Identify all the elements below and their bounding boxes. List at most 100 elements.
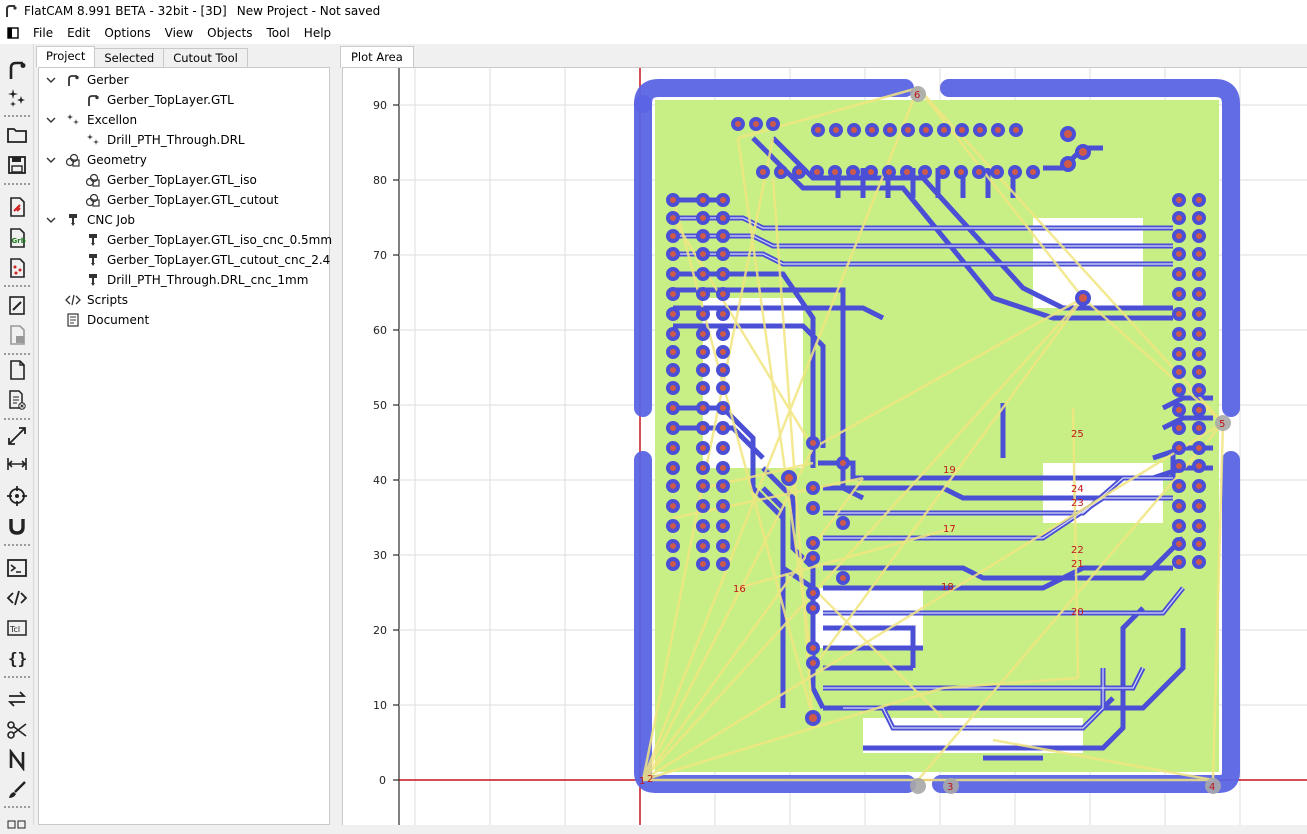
label-5: 5	[1219, 419, 1225, 430]
flatcam-logo-icon[interactable]	[5, 58, 29, 82]
svg-text:{}: {}	[8, 649, 27, 668]
window-title-app: FlatCAM 8.991 BETA - 32bit - [3D]	[24, 4, 227, 18]
plot-area-panel: Plot Area 90 80 70 60 50 40 30 20 10 0 1…	[340, 44, 1307, 825]
tree-item-label: Gerber_TopLayer.GTL_iso	[107, 173, 257, 187]
document-icon	[65, 312, 81, 328]
tree-item-label: Drill_PTH_Through.DRL_cnc_1mm	[107, 273, 309, 287]
label-4: 4	[1209, 782, 1215, 793]
svg-text:Grb: Grb	[12, 237, 26, 245]
magnet-icon[interactable]	[5, 514, 29, 538]
open-gerber-icon[interactable]	[5, 195, 29, 219]
tab-selected[interactable]: Selected	[94, 48, 165, 68]
tab-cutout-tool[interactable]: Cutout Tool	[163, 48, 248, 68]
tree-item-label: Gerber_TopLayer.GTL	[107, 93, 234, 107]
cnc-icon	[65, 212, 81, 228]
geometry-file-icon	[85, 172, 101, 188]
swap-icon[interactable]	[5, 687, 29, 711]
letter-n-icon[interactable]	[5, 748, 29, 772]
label-19: 19	[943, 465, 956, 476]
tcl-icon[interactable]: Tcl	[5, 616, 29, 640]
menu-help[interactable]: Help	[297, 22, 338, 44]
tree-item-cnc-cutout[interactable]: Gerber_TopLayer.GTL_cutout_cnc_2.4	[85, 250, 330, 270]
origin-target-icon[interactable]	[5, 484, 29, 508]
tree-item-cnc-iso[interactable]: Gerber_TopLayer.GTL_iso_cnc_0.5mm	[85, 230, 332, 250]
toolbar-separator	[4, 544, 30, 546]
chevron-down-icon[interactable]	[45, 114, 57, 126]
toolbar-separator	[4, 806, 30, 808]
label-2: 2	[647, 774, 653, 785]
paint-brush-icon[interactable]	[5, 778, 29, 802]
label-17: 17	[943, 524, 956, 535]
save-document-icon[interactable]	[5, 323, 29, 347]
tree-group-scripts[interactable]: Scripts	[65, 290, 128, 310]
label-21: 21	[1071, 559, 1084, 570]
label-6: 6	[914, 90, 920, 101]
tree-item-label: Drill_PTH_Through.DRL	[107, 133, 245, 147]
pcb-plot-svg[interactable]: 90 80 70 60 50 40 30 20 10 0 1 2 3 4 5 6…	[343, 68, 1307, 825]
tree-group-excellon[interactable]: Excellon	[45, 110, 137, 130]
tab-project[interactable]: Project	[36, 46, 96, 68]
gerber-file-icon	[85, 92, 101, 108]
geometry-file-icon	[85, 192, 101, 208]
menu-tool[interactable]: Tool	[259, 22, 296, 44]
label-22: 22	[1071, 545, 1084, 556]
tree-group-label: Gerber	[87, 73, 129, 87]
menu-view[interactable]: View	[158, 22, 200, 44]
edit-document-icon[interactable]	[5, 293, 29, 317]
chevron-down-icon[interactable]	[45, 74, 57, 86]
y-tick-80: 80	[373, 174, 387, 187]
tree-group-gerber[interactable]: Gerber	[45, 70, 129, 90]
sparkle-new-icon[interactable]	[5, 86, 29, 110]
label-20: 20	[1071, 607, 1084, 618]
tree-item-gtl-iso[interactable]: Gerber_TopLayer.GTL_iso	[85, 170, 257, 190]
chevron-down-icon[interactable]	[45, 214, 57, 226]
tree-group-label: Excellon	[87, 113, 138, 127]
window-title-project: New Project - Not saved	[236, 4, 381, 18]
shell-terminal-icon[interactable]	[5, 556, 29, 580]
menu-file[interactable]: File	[26, 22, 60, 44]
y-tick-30: 30	[373, 549, 387, 562]
gerber-grb-icon[interactable]: Grb	[5, 226, 29, 250]
label-3: 3	[947, 782, 953, 793]
tree-item-cnc-drill[interactable]: Drill_PTH_Through.DRL_cnc_1mm	[85, 270, 308, 290]
y-tick-40: 40	[373, 474, 387, 487]
tree-group-cnc-job[interactable]: CNC Job	[45, 210, 135, 230]
y-tick-20: 20	[373, 624, 387, 637]
delete-document-icon[interactable]	[5, 388, 29, 412]
resize-icon[interactable]	[5, 424, 29, 448]
label-23: 23	[1071, 498, 1084, 509]
distance-measure-icon[interactable]	[5, 452, 29, 476]
toolbar-separator	[4, 183, 30, 185]
open-folder-icon[interactable]	[5, 123, 29, 147]
tree-group-label: Geometry	[87, 153, 147, 167]
chevron-down-icon[interactable]	[45, 154, 57, 166]
project-tree: Gerber Gerber_TopLayer.GTL Excellon Dril…	[38, 67, 332, 825]
menu-edit[interactable]: Edit	[60, 22, 97, 44]
scissors-icon[interactable]	[5, 718, 29, 742]
sidebar-toggle-icon[interactable]	[0, 22, 26, 44]
label-1: 1	[639, 776, 645, 787]
menu-objects[interactable]: Objects	[200, 22, 259, 44]
tree-item-drill-pth[interactable]: Drill_PTH_Through.DRL	[85, 130, 245, 150]
more-icon[interactable]	[5, 810, 29, 834]
new-document-icon[interactable]	[5, 358, 29, 382]
tree-group-document[interactable]: Document	[65, 310, 149, 330]
curly-braces-icon[interactable]: {}	[5, 646, 29, 670]
tree-item-gerber-toplayer[interactable]: Gerber_TopLayer.GTL	[85, 90, 234, 110]
excellon-icon[interactable]	[5, 256, 29, 280]
y-tick-0: 0	[379, 774, 386, 787]
menu-options[interactable]: Options	[97, 22, 157, 44]
flatcam-app-icon	[6, 5, 17, 17]
tree-group-geometry[interactable]: Geometry	[45, 150, 147, 170]
save-icon[interactable]	[5, 153, 29, 177]
y-tick-70: 70	[373, 249, 387, 262]
tree-item-label: Gerber_TopLayer.GTL_iso_cnc_0.5mm	[107, 233, 333, 247]
code-icon[interactable]	[5, 586, 29, 610]
tab-plot-area[interactable]: Plot Area	[340, 46, 414, 68]
tree-item-label: Gerber_TopLayer.GTL_cutout	[107, 193, 279, 207]
y-tick-50: 50	[373, 399, 387, 412]
toolbar-separator	[4, 418, 30, 420]
plot-canvas[interactable]: 90 80 70 60 50 40 30 20 10 0 1 2 3 4 5 6…	[342, 67, 1307, 825]
tree-item-gtl-cutout[interactable]: Gerber_TopLayer.GTL_cutout	[85, 190, 278, 210]
main-toolbar: Grb Tcl {}	[0, 44, 34, 829]
